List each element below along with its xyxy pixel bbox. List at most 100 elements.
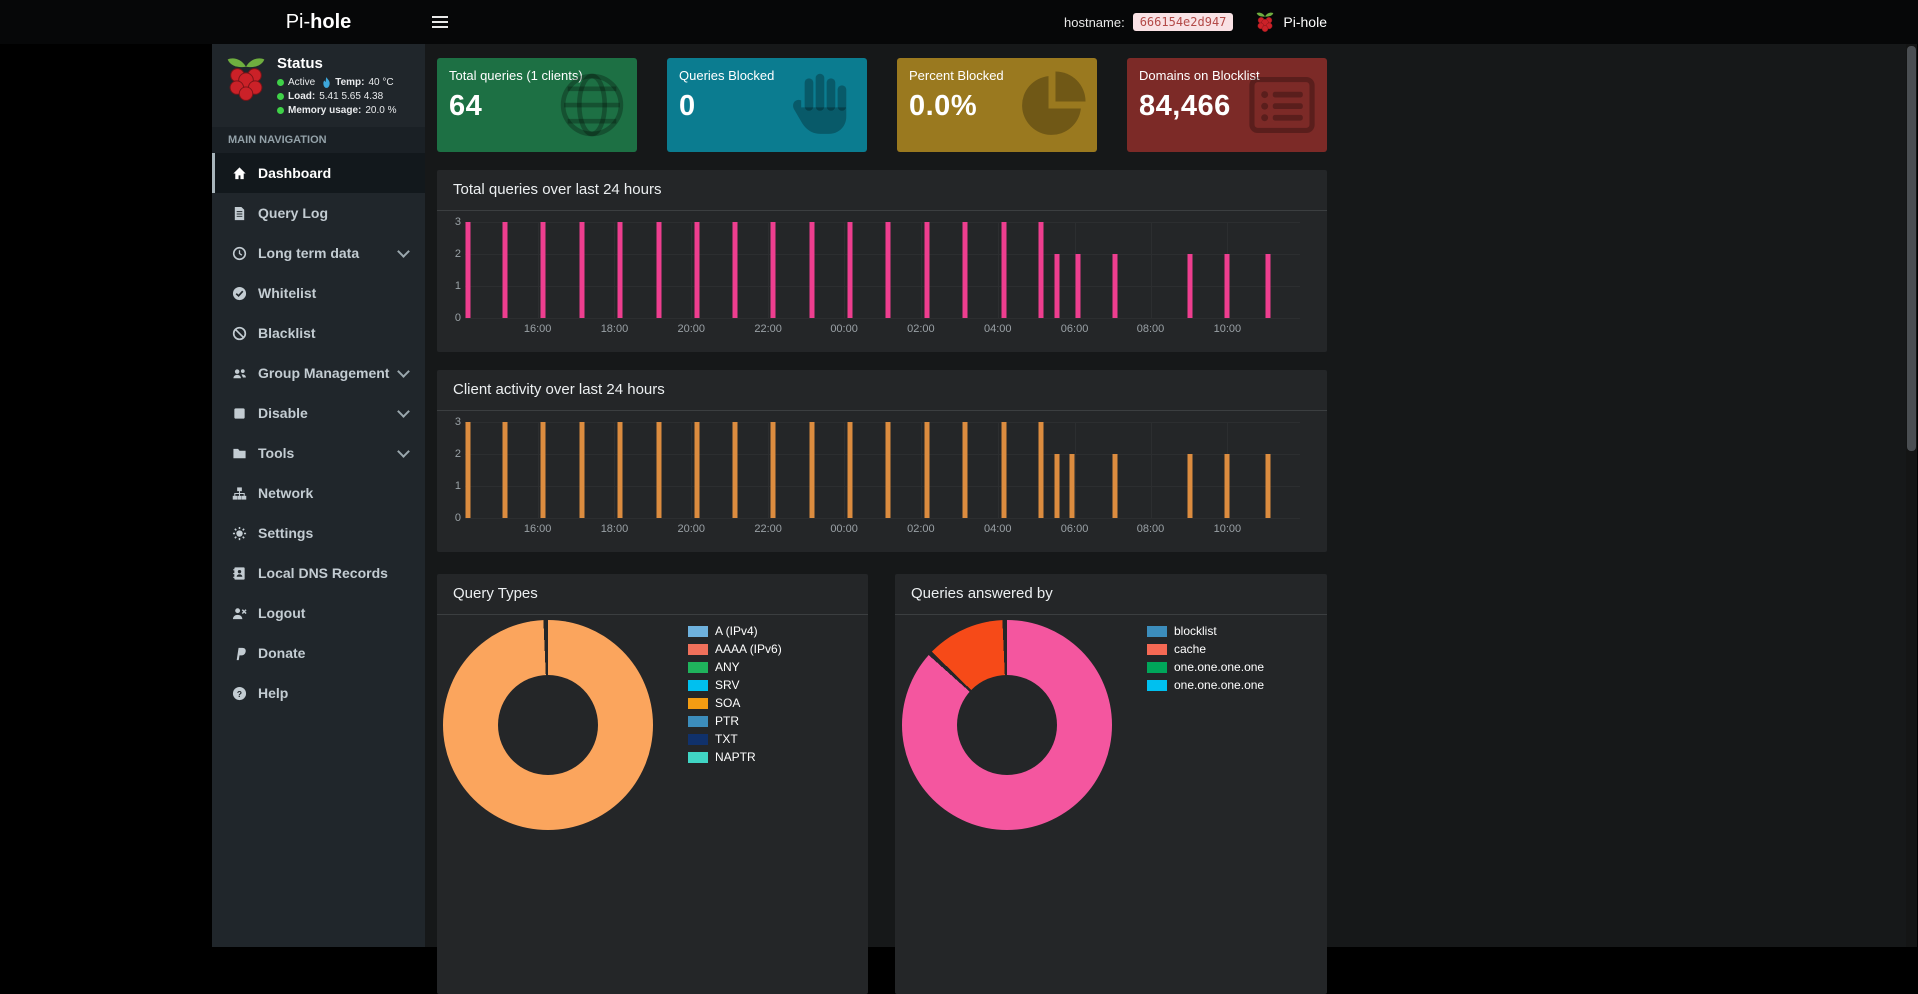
bar	[963, 422, 968, 518]
status-dot-icon	[277, 79, 284, 86]
legend-item: cache	[1147, 640, 1264, 658]
legend-item: TXT	[688, 730, 782, 748]
sidebar-toggle-button[interactable]	[432, 13, 448, 31]
sidebar-item-help[interactable]: ? Help	[212, 673, 425, 713]
bar	[1001, 422, 1006, 518]
x-tick-label: 18:00	[601, 523, 629, 535]
x-tick-label: 08:00	[1137, 523, 1165, 535]
sidebar-item-settings[interactable]: Settings	[212, 513, 425, 553]
sidebar-item-label: Network	[258, 485, 313, 501]
gridline-vertical	[921, 422, 922, 518]
bar	[465, 222, 470, 318]
x-tick-label: 18:00	[601, 323, 629, 335]
legend-label: A (IPv4)	[715, 624, 758, 638]
sidebar-item-label: Dashboard	[258, 165, 331, 181]
bar	[579, 222, 584, 318]
y-tick-label: 0	[455, 512, 461, 524]
sidebar-item-donate[interactable]: Donate	[212, 633, 425, 673]
hand-icon	[785, 68, 859, 142]
scrollbar-thumb[interactable]	[1907, 46, 1916, 451]
gridline-horizontal	[465, 318, 1300, 319]
chevron-down-icon	[397, 365, 410, 378]
bar	[541, 222, 546, 318]
load-label: Load:	[288, 91, 315, 102]
bar	[1112, 254, 1117, 318]
y-tick-label: 2	[455, 248, 461, 260]
panel-title: Client activity over last 24 hours	[437, 370, 1327, 411]
gridline-vertical	[1151, 222, 1152, 318]
legend-item: SOA	[688, 694, 782, 712]
sidebar-item-dashboard[interactable]: Dashboard	[212, 153, 425, 193]
sidebar-item-tools[interactable]: Tools	[212, 433, 425, 473]
x-tick-label: 10:00	[1214, 323, 1242, 335]
chevron-down-icon	[397, 405, 410, 418]
bar	[1225, 454, 1230, 518]
sidebar-item-label: Local DNS Records	[258, 565, 388, 581]
sidebar-item-label: Help	[258, 685, 288, 701]
status-active-temp: Active Temp: 40 °C	[277, 77, 397, 88]
sidebar-item-blacklist[interactable]: Blacklist	[212, 313, 425, 353]
legend-swatch	[688, 626, 708, 637]
gridline-horizontal	[465, 454, 1300, 455]
user-menu[interactable]: Pi-hole	[1283, 14, 1327, 30]
sidebar-item-long-term-data[interactable]: Long term data	[212, 233, 425, 273]
memory-value: 20.0 %	[365, 105, 396, 116]
x-tick-label: 08:00	[1137, 323, 1165, 335]
sidebar-item-query-log[interactable]: Query Log	[212, 193, 425, 233]
summary-card-domains-on-blocklist: Domains on Blocklist84,466	[1127, 58, 1327, 152]
network-icon	[232, 486, 248, 501]
status-title: Status	[277, 55, 397, 72]
sidebar-item-network[interactable]: Network	[212, 473, 425, 513]
stop-icon	[232, 406, 248, 421]
sidebar-item-local-dns-records[interactable]: Local DNS Records	[212, 553, 425, 593]
bar	[1187, 254, 1192, 318]
bar	[732, 422, 737, 518]
legend-label: AAAA (IPv6)	[715, 642, 782, 656]
sidebar-item-disable[interactable]: Disable	[212, 393, 425, 433]
home-icon	[232, 166, 248, 181]
legend-label: SRV	[715, 678, 739, 692]
pihole-raspberry-icon	[1255, 10, 1275, 34]
brand-logo[interactable]: Pi-hole	[212, 0, 425, 44]
bar	[809, 222, 814, 318]
scrollbar[interactable]	[1906, 0, 1917, 947]
sidebar-item-group-management[interactable]: Group Management	[212, 353, 425, 393]
ban-icon	[232, 326, 248, 341]
legend-swatch	[688, 680, 708, 691]
hostname-badge: 666154e2d947	[1133, 13, 1234, 31]
legend-swatch	[688, 698, 708, 709]
legend-item: one.one.one.one	[1147, 658, 1264, 676]
bar	[1225, 254, 1230, 318]
sidebar-item-logout[interactable]: Logout	[212, 593, 425, 633]
memory-label: Memory usage:	[288, 105, 361, 116]
gridline-vertical	[768, 222, 769, 318]
legend-label: TXT	[715, 732, 738, 746]
question-icon: ?	[232, 686, 248, 701]
pie-icon	[1015, 68, 1089, 142]
legend-item: blocklist	[1147, 622, 1264, 640]
x-tick-label: 22:00	[754, 523, 782, 535]
legend-label: cache	[1174, 642, 1206, 656]
sidebar-item-label: Whitelist	[258, 285, 316, 301]
bar	[1055, 254, 1060, 318]
x-axis: 16:0018:0020:0022:0000:0002:0004:0006:00…	[465, 523, 1300, 539]
bar	[465, 422, 470, 518]
query-types-donut	[443, 620, 653, 830]
legend-label: SOA	[715, 696, 740, 710]
summary-cards-row: Total queries (1 clients)64Queries Block…	[437, 58, 1327, 152]
gridline-vertical	[844, 422, 845, 518]
panel-title: Query Types	[437, 574, 868, 615]
x-tick-label: 20:00	[678, 323, 706, 335]
x-tick-label: 16:00	[524, 523, 552, 535]
y-tick-label: 1	[455, 480, 461, 492]
legend-swatch	[1147, 626, 1167, 637]
legend-item: one.one.one.one	[1147, 676, 1264, 694]
gridline-vertical	[691, 222, 692, 318]
bar	[771, 222, 776, 318]
sidebar-item-whitelist[interactable]: Whitelist	[212, 273, 425, 313]
status-dot-icon	[277, 107, 284, 114]
bar	[695, 422, 700, 518]
file-icon	[232, 206, 248, 221]
panel-title: Total queries over last 24 hours	[437, 170, 1327, 211]
temp-value: 40 °C	[369, 77, 394, 88]
